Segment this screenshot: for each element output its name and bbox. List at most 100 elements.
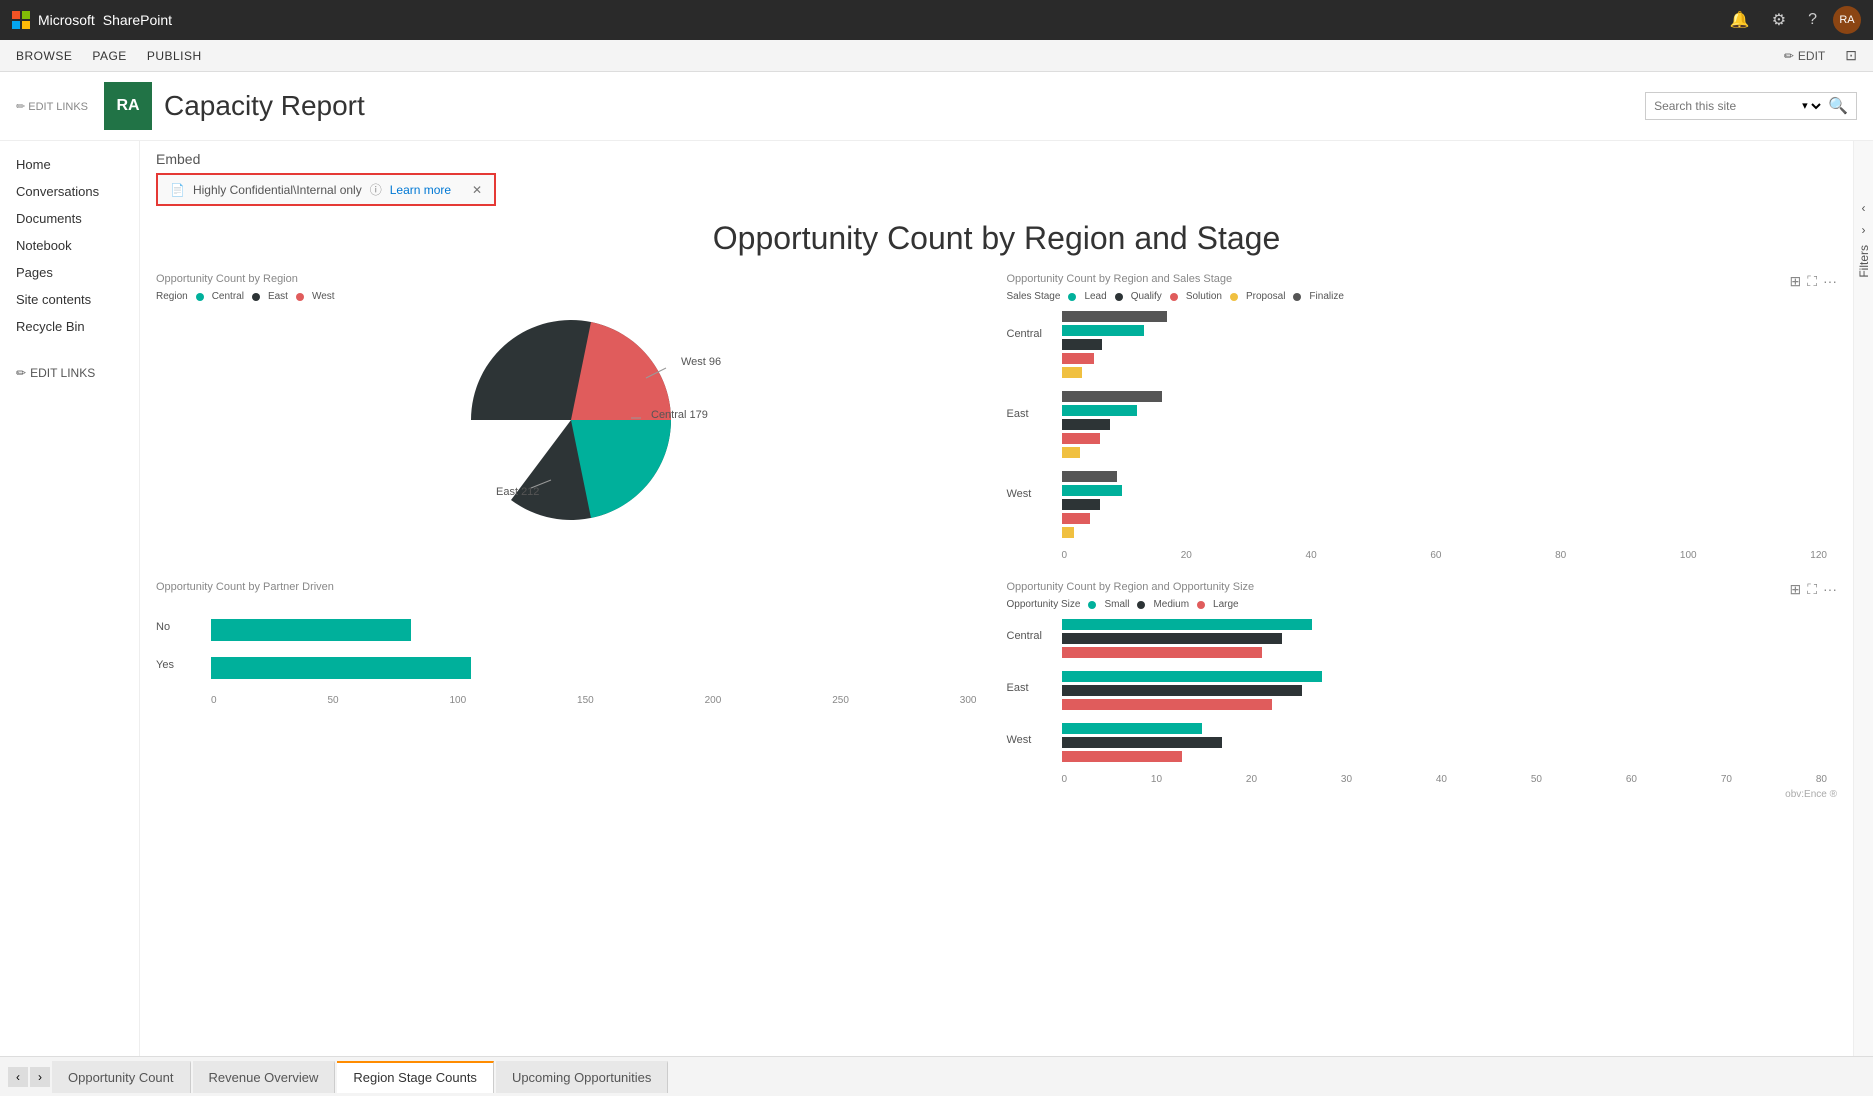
edit-links-header[interactable]: ✏ EDIT LINKS	[16, 100, 88, 113]
search-box[interactable]: ▾ 🔍	[1645, 92, 1857, 120]
more-icon-stage[interactable]: ···	[1823, 273, 1837, 290]
notification-icon[interactable]: 🔔	[1730, 10, 1750, 30]
tab-opportunity-count[interactable]: Opportunity Count	[52, 1061, 191, 1093]
page-nav[interactable]: PAGE	[92, 49, 126, 63]
partner-no-group: No	[211, 619, 977, 641]
legend-east-label: East	[268, 291, 288, 302]
edit-link[interactable]: ✏ EDIT	[1784, 49, 1825, 63]
dashboard-title: Opportunity Count by Region and Stage	[156, 220, 1837, 257]
tab-revenue-overview[interactable]: Revenue Overview	[193, 1061, 336, 1093]
top-bar: Microsoft SharePoint 🔔 ⚙ ? RA	[0, 0, 1873, 40]
legend-west-label: West	[312, 291, 335, 302]
bottom-tabs: ‹ › Opportunity Count Revenue Overview R…	[0, 1056, 1873, 1096]
partner-chart-container: Opportunity Count by Partner Driven No Y…	[156, 581, 987, 800]
powerbi-credit: obv:Ence ®	[1007, 789, 1838, 800]
ms-logo: Microsoft SharePoint	[12, 11, 172, 29]
edit-label: EDIT	[1798, 49, 1825, 63]
second-nav: BROWSE PAGE PUBLISH ✏ EDIT ⊡	[0, 40, 1873, 72]
search-scope-dropdown[interactable]: ▾	[1798, 99, 1824, 113]
search-icon[interactable]: 🔍	[1828, 96, 1848, 116]
more-icon-size[interactable]: ···	[1823, 581, 1837, 598]
stage-central-group: Central	[1062, 310, 1828, 378]
legend-large-dot	[1197, 601, 1205, 609]
stage-central-lead	[1062, 324, 1828, 336]
stage-central-finalize	[1062, 310, 1828, 322]
confidential-text: Highly Confidential\Internal only	[193, 183, 362, 197]
info-icon: ⓘ	[370, 181, 382, 198]
browse-nav[interactable]: BROWSE	[16, 49, 72, 63]
stage-chart-actions: ⊞ ⛶ ···	[1789, 273, 1837, 290]
embed-label: Embed	[156, 151, 1837, 167]
user-avatar[interactable]: RA	[1833, 6, 1861, 34]
search-input[interactable]	[1654, 99, 1794, 113]
pie-chart-area: Central 179 East 212 West 96	[156, 310, 987, 530]
partner-chart-title: Opportunity Count by Partner Driven	[156, 581, 987, 593]
size-east-large	[1062, 698, 1828, 710]
filter-chevron-right[interactable]: ›	[1862, 223, 1866, 237]
stage-central-qualify	[1062, 338, 1828, 350]
close-bar-icon[interactable]: ✕	[472, 183, 482, 197]
size-east-medium	[1062, 684, 1828, 696]
stage-east-label: East	[1007, 408, 1029, 420]
size-west-small	[1062, 722, 1828, 734]
stage-west-group: West	[1062, 470, 1828, 538]
filter-icon-stage[interactable]: ⊞	[1789, 273, 1801, 290]
size-central-label: Central	[1007, 630, 1042, 642]
tab-region-stage-counts[interactable]: Region Stage Counts	[337, 1061, 494, 1093]
sidebar-item-recycle-bin[interactable]: Recycle Bin	[0, 313, 139, 340]
legend-east-dot	[252, 293, 260, 301]
site-avatar: RA	[104, 82, 152, 130]
partner-bar-area: No Yes 050100150200250300	[156, 599, 987, 706]
sidebar-item-home[interactable]: Home	[0, 151, 139, 178]
stage-chart-container: ⊞ ⛶ ··· Opportunity Count by Region and …	[1007, 273, 1838, 561]
partner-no-label: No	[156, 621, 170, 633]
ms-squares-icon	[12, 11, 30, 29]
ms-name: Microsoft	[38, 12, 95, 28]
stage-west-lead	[1062, 484, 1828, 496]
tab-nav-next[interactable]: ›	[30, 1067, 50, 1087]
sidebar-edit-links[interactable]: ✏ EDIT LINKS	[0, 360, 139, 386]
size-chart-actions: ⊞ ⛶ ···	[1789, 581, 1837, 598]
filter-icon-size[interactable]: ⊞	[1789, 581, 1801, 598]
legend-west-dot	[296, 293, 304, 301]
pencil-icon-sidebar: ✏	[16, 366, 26, 380]
filter-chevron-left[interactable]: ‹	[1862, 201, 1866, 215]
tab-upcoming-opportunities[interactable]: Upcoming Opportunities	[496, 1061, 668, 1093]
sidebar: Home Conversations Documents Notebook Pa…	[0, 141, 140, 1056]
size-legend-label: Opportunity Size	[1007, 599, 1081, 610]
expand-icon-size[interactable]: ⛶	[1807, 581, 1817, 598]
help-icon[interactable]: ?	[1808, 11, 1817, 29]
legend-region-label: Region	[156, 291, 188, 302]
sidebar-item-notebook[interactable]: Notebook	[0, 232, 139, 259]
stage-west-solution	[1062, 512, 1828, 524]
stage-east-solution	[1062, 432, 1828, 444]
stage-east-qualify	[1062, 418, 1828, 430]
publish-nav[interactable]: PUBLISH	[147, 49, 202, 63]
legend-solution-dot	[1170, 293, 1178, 301]
size-central-large	[1062, 646, 1828, 658]
learn-more-link[interactable]: Learn more	[390, 183, 451, 197]
settings-icon[interactable]: ⚙	[1772, 10, 1786, 30]
stage-chart-title: Opportunity Count by Region and Sales St…	[1007, 273, 1838, 285]
fullscreen-icon[interactable]: ⊡	[1845, 47, 1857, 64]
size-central-medium	[1062, 632, 1828, 644]
size-west-large	[1062, 750, 1828, 762]
sidebar-item-pages[interactable]: Pages	[0, 259, 139, 286]
content-area: Embed 📄 Highly Confidential\Internal onl…	[140, 141, 1853, 1056]
stage-chart-legend: Sales Stage Lead Qualify Solution Propos…	[1007, 291, 1838, 302]
size-chart-container: ⊞ ⛶ ··· Opportunity Count by Region and …	[1007, 581, 1838, 800]
sidebar-item-site-contents[interactable]: Site contents	[0, 286, 139, 313]
stage-east-proposal	[1062, 446, 1828, 458]
filters-label[interactable]: Filters	[1857, 245, 1871, 278]
stage-west-qualify	[1062, 498, 1828, 510]
expand-icon-stage[interactable]: ⛶	[1807, 273, 1817, 290]
stage-central-label: Central	[1007, 328, 1042, 340]
tab-nav-prev[interactable]: ‹	[8, 1067, 28, 1087]
site-header: ✏ EDIT LINKS RA Capacity Report ▾ 🔍	[0, 72, 1873, 141]
charts-grid: Opportunity Count by Region Region Centr…	[156, 273, 1837, 820]
sidebar-item-documents[interactable]: Documents	[0, 205, 139, 232]
partner-yes-bar	[211, 657, 471, 679]
sidebar-item-conversations[interactable]: Conversations	[0, 178, 139, 205]
stage-x-axis: 020406080100120	[1062, 550, 1828, 561]
pie-chart-container: Opportunity Count by Region Region Centr…	[156, 273, 987, 561]
